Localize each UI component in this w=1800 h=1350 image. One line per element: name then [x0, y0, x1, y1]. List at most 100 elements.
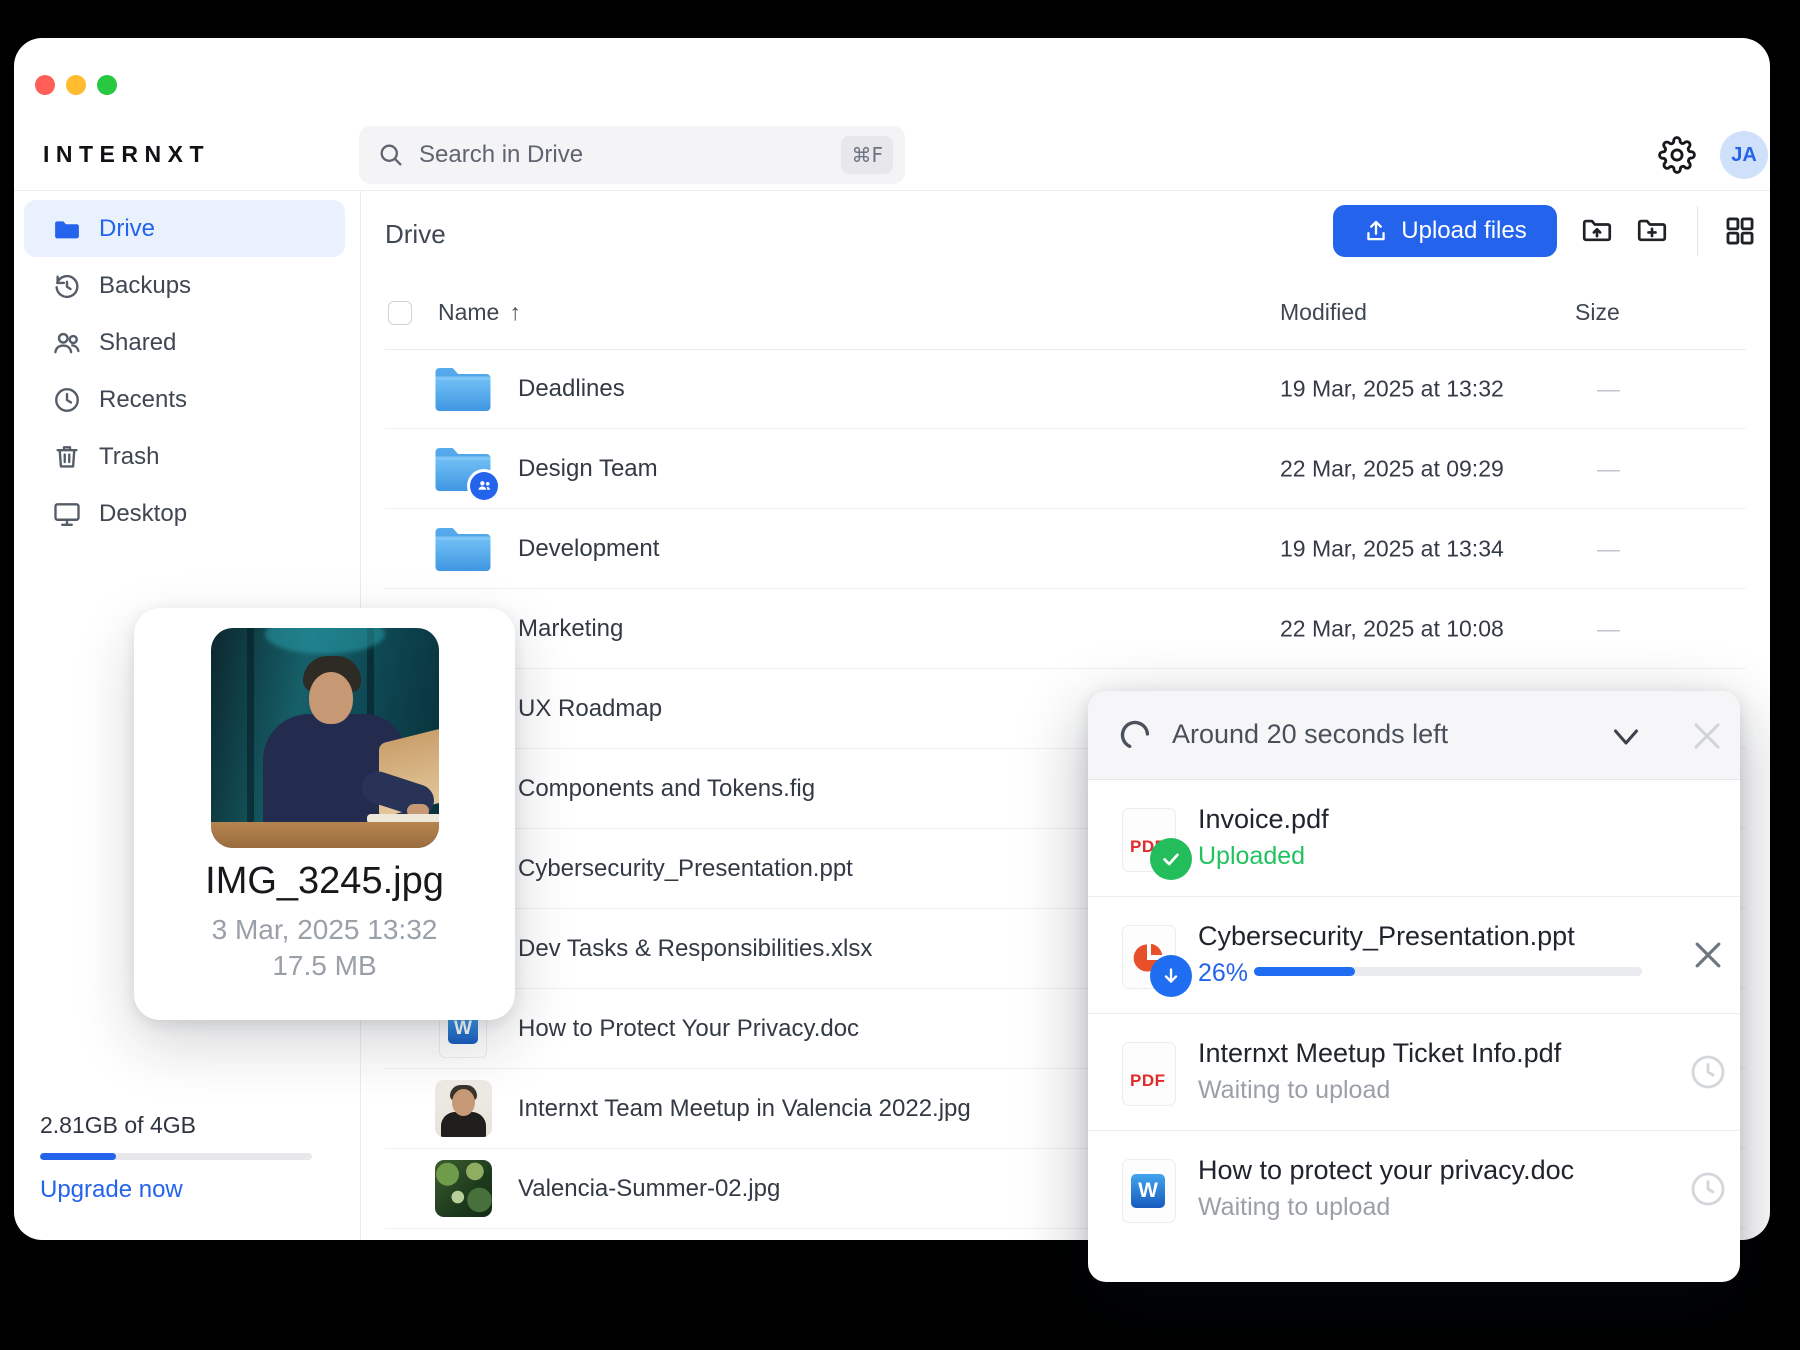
cancel-upload-icon[interactable]	[1688, 935, 1728, 975]
pdf-file-icon: PDF	[1122, 1042, 1180, 1104]
grid-view-icon[interactable]	[1723, 214, 1757, 248]
upload-percent: 26%	[1198, 959, 1248, 988]
new-folder-icon[interactable]	[1635, 214, 1669, 248]
search-shortcut-badge: ⌘F	[841, 136, 893, 174]
search-placeholder: Search in Drive	[419, 141, 841, 169]
upload-progress-panel: Around 20 seconds left PDF Invoice.pdfUp…	[1088, 691, 1740, 1282]
file-name: Marketing	[518, 615, 623, 643]
file-name: Deadlines	[518, 375, 625, 403]
shared-folder-badge-icon	[470, 472, 498, 500]
close-window-button[interactable]	[35, 75, 55, 95]
sidebar-item-desktop[interactable]: Desktop	[24, 485, 345, 542]
column-header-name[interactable]: Name↑	[438, 299, 521, 326]
upload-status: Waiting to upload	[1198, 1193, 1390, 1222]
account-avatar[interactable]: JA	[1720, 131, 1768, 179]
storage-widget: 2.81GB of 4GB Upgrade now	[40, 1112, 330, 1204]
sidebar-item-shared[interactable]: Shared	[24, 314, 345, 371]
file-name: UX Roadmap	[518, 695, 662, 723]
upload-item: W How to protect your privacy.doc Waiting…	[1088, 1131, 1740, 1247]
column-header-size[interactable]: Size	[1575, 299, 1620, 326]
file-modified: 22 Mar, 2025 at 10:08	[1280, 615, 1504, 642]
sidebar-item-label: Desktop	[99, 500, 187, 528]
table-row[interactable]: Design Team 22 Mar, 2025 at 09:29 —	[385, 429, 1746, 509]
upload-item: Cybersecurity_Presentation.ppt 26%	[1088, 897, 1740, 1014]
upload-folder-icon[interactable]	[1580, 214, 1614, 248]
waiting-clock-icon	[1688, 1169, 1728, 1209]
preview-filename: IMG_3245.jpg	[134, 860, 515, 903]
preview-size: 17.5 MB	[134, 950, 515, 982]
upload-files-button[interactable]: Upload files	[1333, 205, 1557, 257]
table-row[interactable]: Marketing 22 Mar, 2025 at 10:08 —	[385, 589, 1746, 669]
file-name: Design Team	[518, 455, 658, 483]
file-name: Dev Tasks & Responsibilities.xlsx	[518, 935, 872, 963]
select-all-checkbox[interactable]	[388, 301, 412, 325]
preview-photo	[211, 628, 439, 848]
zoom-window-button[interactable]	[97, 75, 117, 95]
file-name: Development	[518, 535, 659, 563]
upload-item-name: Cybersecurity_Presentation.ppt	[1198, 921, 1575, 952]
upload-status: Uploaded	[1198, 842, 1305, 871]
sidebar-item-trash[interactable]: Trash	[24, 428, 345, 485]
upload-status: Waiting to upload	[1198, 1076, 1390, 1105]
file-size: —	[1597, 615, 1620, 642]
close-panel-icon[interactable]	[1688, 717, 1726, 755]
drive-icon	[52, 214, 82, 244]
file-preview-card: IMG_3245.jpg 3 Mar, 2025 13:32 17.5 MB	[134, 608, 515, 1020]
uploaded-check-icon	[1150, 838, 1192, 880]
toolbar-divider	[1697, 206, 1698, 256]
folder-shared-icon	[434, 440, 492, 498]
table-header: Name↑ Modified Size	[385, 293, 1746, 350]
app-window: INTERNXT Search in Drive ⌘F JA Drive Bac…	[14, 38, 1770, 1240]
file-size: —	[1597, 375, 1620, 402]
settings-gear-icon[interactable]	[1658, 136, 1696, 174]
ppt-file-icon	[1122, 925, 1180, 987]
file-size: —	[1597, 535, 1620, 562]
photo-portrait-icon	[434, 1080, 492, 1138]
uploading-arrow-icon	[1150, 955, 1192, 997]
upload-icon	[1363, 218, 1389, 244]
chevron-down-icon[interactable]	[1608, 719, 1644, 753]
upload-panel-header: Around 20 seconds left	[1088, 691, 1740, 780]
storage-usage-label: 2.81GB of 4GB	[40, 1112, 330, 1139]
upload-files-label: Upload files	[1401, 217, 1526, 245]
recents-icon	[52, 385, 82, 415]
search-input[interactable]: Search in Drive ⌘F	[359, 126, 905, 184]
storage-progress-track	[40, 1153, 312, 1160]
upload-item: PDF Invoice.pdfUploaded	[1088, 780, 1740, 897]
upload-item: PDF Internxt Meetup Ticket Info.pdfWaiti…	[1088, 1014, 1740, 1131]
waiting-clock-icon	[1688, 1052, 1728, 1092]
photo-plant-icon	[434, 1160, 492, 1218]
sidebar-item-drive[interactable]: Drive	[24, 200, 345, 257]
search-icon	[377, 141, 405, 169]
file-modified: 19 Mar, 2025 at 13:34	[1280, 535, 1504, 562]
sidebar-item-recents[interactable]: Recents	[24, 371, 345, 428]
file-size: —	[1597, 455, 1620, 482]
internxt-logo: INTERNXT	[43, 141, 210, 168]
sidebar-item-label: Recents	[99, 386, 187, 414]
pdf-file-icon: PDF	[1122, 808, 1180, 870]
file-name: Components and Tokens.fig	[518, 775, 815, 803]
table-row[interactable]: Deadlines 19 Mar, 2025 at 13:32 —	[385, 349, 1746, 429]
minimize-window-button[interactable]	[66, 75, 86, 95]
file-name: How to Protect Your Privacy.doc	[518, 1015, 859, 1043]
table-row[interactable]: Development 19 Mar, 2025 at 13:34 —	[385, 509, 1746, 589]
upload-time-remaining: Around 20 seconds left	[1172, 719, 1448, 750]
file-name: Internxt Team Meetup in Valencia 2022.jp…	[518, 1095, 971, 1123]
sidebar-item-label: Shared	[99, 329, 176, 357]
storage-progress-fill	[40, 1153, 116, 1160]
column-header-modified[interactable]: Modified	[1280, 299, 1367, 326]
backups-icon	[52, 271, 82, 301]
upgrade-now-link[interactable]: Upgrade now	[40, 1176, 330, 1204]
doc-file-icon: W	[1122, 1159, 1180, 1221]
sidebar-item-backups[interactable]: Backups	[24, 257, 345, 314]
folder-icon	[434, 520, 492, 578]
file-name: Cybersecurity_Presentation.ppt	[518, 855, 853, 883]
sort-arrow-icon: ↑	[509, 299, 521, 325]
spinner-icon	[1118, 718, 1152, 752]
folder-icon	[434, 360, 492, 418]
file-modified: 19 Mar, 2025 at 13:32	[1280, 375, 1504, 402]
sidebar-item-label: Drive	[99, 215, 155, 243]
upload-item-name: How to protect your privacy.doc	[1198, 1155, 1574, 1186]
page-title: Drive	[385, 219, 446, 250]
file-modified: 22 Mar, 2025 at 09:29	[1280, 455, 1504, 482]
